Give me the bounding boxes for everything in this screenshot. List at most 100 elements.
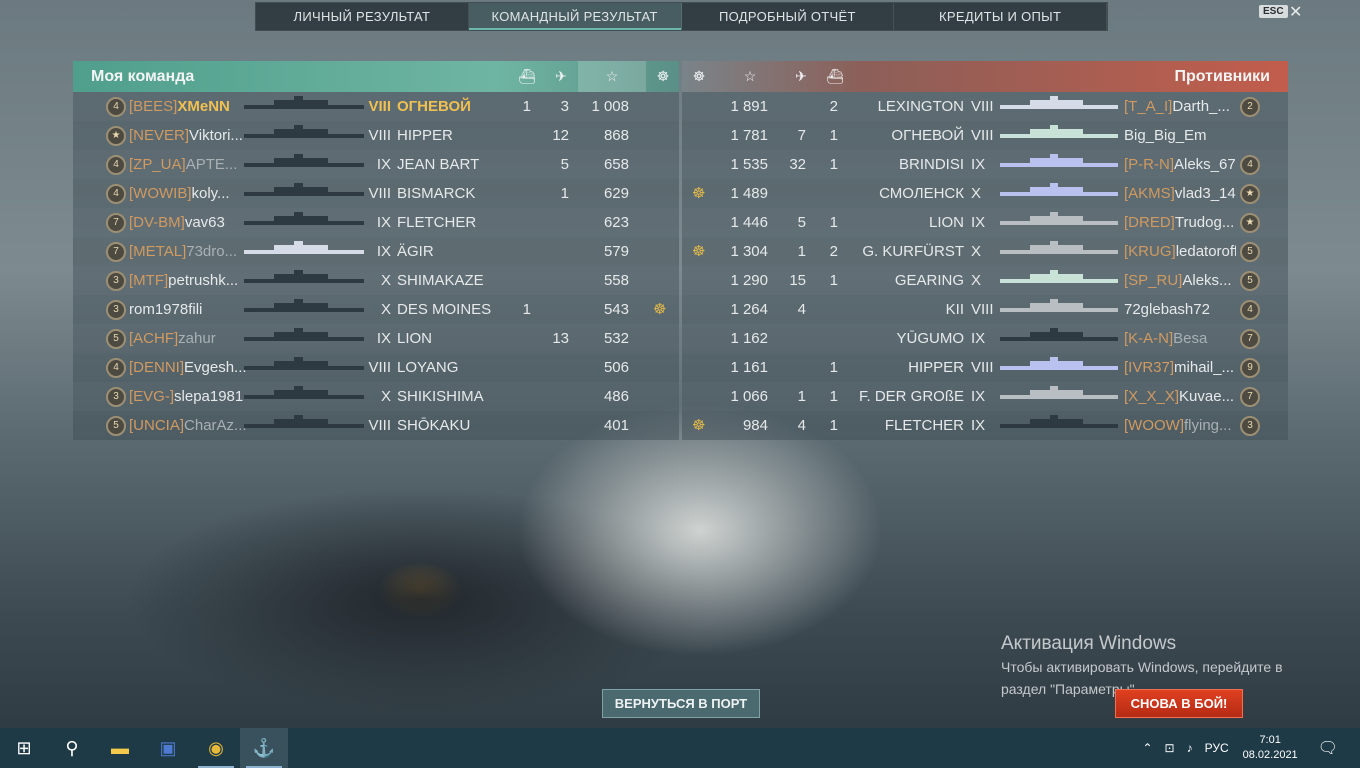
player-row[interactable]: 4 [ZP_UA]APTE... IX JEAN BART 5 658 [73,150,679,179]
player-row[interactable]: 4 [WOWIB]koly... VIII BISMARCK 1 629 [73,179,679,208]
player-name-cell: [WOOW]flying... [1124,411,1236,440]
close-icon[interactable]: ✕ [1289,2,1302,22]
player-name-cell: [EVG-]slepa1981 [129,382,247,411]
player-row[interactable]: 4 [DENNI]Evgesh... VIII LOYANG 506 [73,353,679,382]
player-row[interactable]: 1 161 1 HIPPER VIII [IVR37]mihail_... 9 [682,353,1288,382]
clock[interactable]: 7:01 08.02.2021 [1243,733,1298,763]
esc-key-hint[interactable]: ESC [1259,5,1288,18]
ship-name: FLETCHER [397,214,477,231]
ship-tier: VIII [368,98,391,115]
file-explorer-icon[interactable]: ▬ [96,728,144,768]
player-row[interactable]: ☸ 1 304 1 2 G. KURFÜRST X [KRUG]ledatoroff 5 [682,237,1288,266]
medal-icon: ☸ [692,68,706,84]
player-name: Aleks_67 [1174,156,1236,173]
clan-tag: [DRED] [1124,214,1175,231]
ship-silhouette [244,328,364,341]
clan-tag: [X_X_X] [1124,388,1180,405]
player-name: Viktori... [189,127,243,144]
ship-silhouette [244,154,364,167]
ship-name: LOYANG [397,359,459,376]
language-indicator[interactable]: РУС [1205,741,1229,755]
player-row[interactable]: 3 [EVG-]slepa1981 X SHIKISHIMA 486 [73,382,679,411]
player-row[interactable]: 5 [ACHF]zahur IX LION 13 532 [73,324,679,353]
player-row[interactable]: 1 535 32 1 BRINDISI IX [P-R-N]Aleks_67 4 [682,150,1288,179]
player-row[interactable]: 1 264 4 KII VIII 72glebash72 4 [682,295,1288,324]
ship-tier: VIII [971,98,994,115]
xp-value: 1 066 [730,388,768,405]
xp-value: 1 446 [730,214,768,231]
ship-name: JEAN BART [397,156,480,173]
player-row[interactable]: ★ [NEVER]Viktori... VIII HIPPER 12 868 [73,121,679,150]
ship-tier: IX [376,214,391,231]
player-name-cell: [NEVER]Viktori... [129,121,247,150]
player-row[interactable]: 1 446 5 1 LION IX [DRED]Trudog... ★ [682,208,1288,237]
search-icon[interactable]: ⚲ [48,728,96,768]
player-name: mihail_... [1174,359,1235,376]
ship-tier: VIII [971,301,994,318]
player-row[interactable]: 7 [METAL]73dro... IX ÄGIR 579 [73,237,679,266]
network-icon[interactable]: ⊡ [1165,741,1175,755]
return-to-port-button[interactable]: ВЕРНУТЬСЯ В ПОРТ [602,689,760,718]
ship-name: ОГНЕВОЙ [397,98,471,115]
tab-detailed-report[interactable]: ПОДРОБНЫЙ ОТЧЁТ [682,3,895,30]
world-of-warships-icon[interactable]: ⚓ [240,728,288,768]
notifications-icon[interactable]: 🗨 [1318,738,1338,758]
clan-tag: [AKMS] [1124,185,1175,202]
ship-tier: VIII [368,417,391,434]
planes-value: 13 [552,330,569,347]
player-row[interactable]: 7 [DV-BM]vav63 IX FLETCHER 623 [73,208,679,237]
windows-taskbar: ⊞ ⚲ ▬ ▣ ◉ ⚓ ⌃ ⊡ ♪ РУС 7:01 08.02.2021 🗨 [0,728,1360,768]
save-app-icon[interactable]: ▣ [144,728,192,768]
tab-team-result[interactable]: КОМАНДНЫЙ РЕЗУЛЬТАТ [468,3,682,30]
battle-again-button[interactable]: СНОВА В БОЙ! [1115,689,1243,718]
player-name: Big_Big_Em [1124,127,1207,144]
player-row[interactable]: ☸ 1 489 СМОЛЕНСК X [AKMS]vlad3_14 ★ [682,179,1288,208]
tab-personal-result[interactable]: ЛИЧНЫЙ РЕЗУЛЬТАТ [256,3,469,30]
ship-name: HIPPER [397,127,453,144]
tab-credits-xp[interactable]: КРЕДИТЫ И ОПЫТ [894,3,1107,30]
player-row[interactable]: 1 290 15 1 GEARING X [SP_RU]Aleks... 5 [682,266,1288,295]
player-name: CharAz... [184,417,247,434]
xp-value: 623 [603,214,629,231]
rank-badge: ★ [1240,213,1260,233]
player-name-cell: [UNCIA]CharAz... [129,411,247,440]
player-name: Darth_... [1172,98,1230,115]
volume-icon[interactable]: ♪ [1187,741,1193,755]
player-row[interactable]: ☸ 984 4 1 FLETCHER IX [WOOW]flying... 3 [682,411,1288,440]
player-name: petrushk... [168,272,239,289]
player-name-cell: [SP_RU]Aleks... [1124,266,1236,295]
player-name-cell: [WOWIB]koly... [129,179,247,208]
chevron-up-icon[interactable]: ⌃ [1142,741,1152,755]
clan-tag: [K-A-N] [1124,330,1174,347]
ship-name: LION [397,330,433,347]
ship-tier: IX [971,330,986,347]
player-row[interactable]: 1 162 YŪGUMO IX [K-A-N]Besa 7 [682,324,1288,353]
clan-tag: [DENNI] [129,359,185,376]
xp-value: 1 161 [730,359,768,376]
player-name: Evgesh... [184,359,247,376]
ship-tier: VIII [368,127,391,144]
ship-tier: X [380,272,391,289]
player-row[interactable]: 3 [MTF]petrushk... X SHIMAKAZE 558 [73,266,679,295]
player-name: APTE... [185,156,238,173]
clan-tag: [BEES] [129,98,178,115]
player-row[interactable]: 1 891 2 LEXINGTON VIII [T_A_I]Darth_... 2 [682,92,1288,121]
ship-silhouette [1000,270,1118,283]
player-name: rom1978fili [129,301,203,318]
planes-value: 4 [797,417,806,434]
planes-value: 32 [789,156,806,173]
chrome-icon[interactable]: ◉ [192,728,240,768]
player-row[interactable]: 4 [BEES]XMeNN VIII ОГНЕВОЙ 1 3 1 008 [73,92,679,121]
player-name-cell: [X_X_X]Kuvae... [1124,382,1236,411]
clan-tag: [KRUG] [1124,243,1176,260]
player-row[interactable]: 5 [UNCIA]CharAz... VIII SHŌKAKU 401 [73,411,679,440]
player-row[interactable]: 1 781 7 1 ОГНЕВОЙ VIII Big_Big_Em [682,121,1288,150]
player-row[interactable]: 1 066 1 1 F. DER GROßE IX [X_X_X]Kuvae... 7 [682,382,1288,411]
activation-title: Активация Windows [1001,633,1177,654]
ship-silhouette [1000,183,1118,196]
start-menu-icon[interactable]: ⊞ [0,728,48,768]
player-row[interactable]: 3 rom1978fili X DES MOINES 1 543 ☸ [73,295,679,324]
kills-value: 1 [522,98,531,115]
ship-tier: IX [971,214,986,231]
clan-tag: [NEVER] [129,127,190,144]
